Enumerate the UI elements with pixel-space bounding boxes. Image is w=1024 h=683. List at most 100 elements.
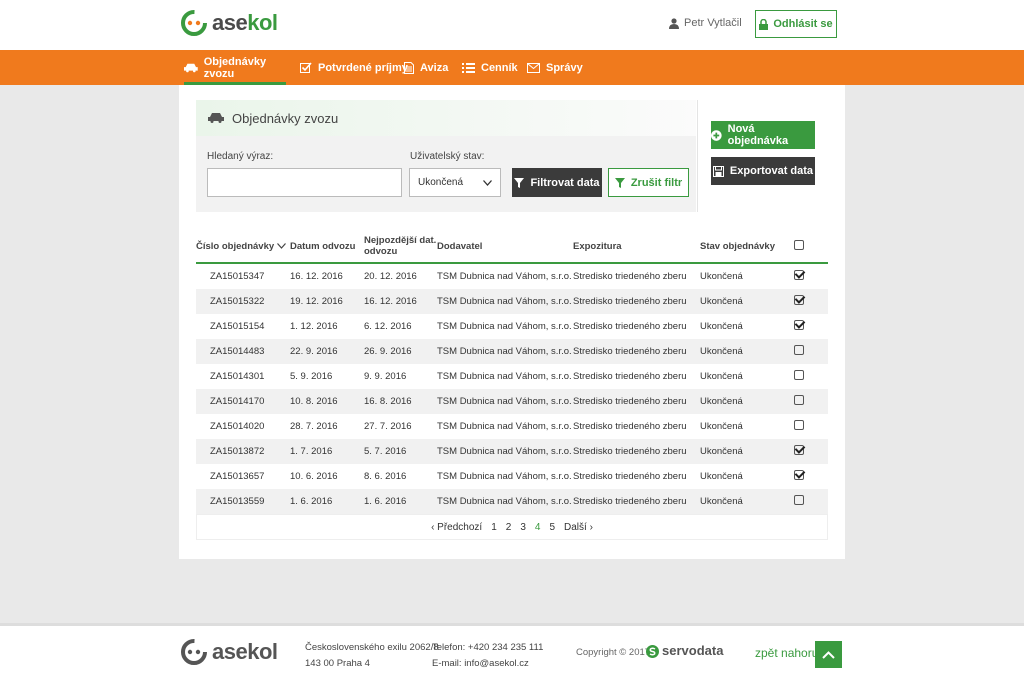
nav-item-pricelist[interactable]: Cenník (462, 50, 518, 85)
state-select[interactable]: Ukončená (409, 168, 501, 197)
table-row[interactable]: ZA15015322 19. 12. 2016 16. 12. 2016 TSM Du… (196, 289, 828, 314)
table-row[interactable]: ZA15014020 28. 7. 2016 27. 7. 2016 TSM Dubn… (196, 414, 828, 439)
cell-branch: Stredisko triedeného zberu (573, 439, 700, 464)
cell-order-number: ZA15015322 (196, 289, 290, 314)
cell-branch: Stredisko triedeného zberu (573, 339, 700, 364)
cell-branch: Stredisko triedeného zberu (573, 389, 700, 414)
logo-text-a: ase (212, 639, 248, 664)
nav-item-messages[interactable]: Správy (527, 50, 583, 85)
col-state[interactable]: Stav objednávky (700, 230, 794, 264)
table-row[interactable]: ZA15013872 1. 7. 2016 5. 7. 2016 TSM Dubnic… (196, 439, 828, 464)
servodata-logo[interactable]: servodata (646, 643, 723, 659)
nav-item-aviza[interactable]: Aviza (404, 50, 448, 85)
clear-filter-button[interactable]: Zrušit filtr (608, 168, 689, 197)
footer-logo-text: asekol (212, 639, 278, 665)
logo-mark-icon (181, 639, 207, 665)
row-checkbox[interactable] (794, 345, 804, 355)
cell-latest-date: 20. 12. 2016 (364, 271, 417, 282)
back-to-top-button[interactable] (815, 641, 842, 668)
col-date[interactable]: Datum odvozu (290, 230, 364, 264)
cell-date: 10. 6. 2016 (290, 471, 338, 482)
current-user[interactable]: Petr Vytlačil (669, 17, 742, 29)
row-checkbox[interactable] (794, 270, 804, 280)
logo-text-b: kol (247, 10, 278, 35)
logout-button[interactable]: Odhlásit se (755, 10, 837, 38)
cell-select (794, 414, 828, 439)
row-checkbox[interactable] (794, 445, 804, 455)
actions-box (697, 100, 830, 212)
nav-item-receipts[interactable]: Potvrdené príjmy (300, 50, 408, 85)
filter-data-button[interactable]: Filtrovat data (512, 168, 602, 197)
table-row[interactable]: ZA15015347 16. 12. 2016 20. 12. 2016 TSM Du… (196, 263, 828, 289)
cell-supplier: TSM Dubnica nad Váhom, s.r.o. (437, 421, 572, 432)
top-bar: asekol Petr Vytlačil Odhlásit se (0, 0, 1024, 50)
cell-select (794, 364, 828, 389)
cell-supplier: TSM Dubnica nad Váhom, s.r.o. (437, 489, 573, 514)
table-row[interactable]: ZA15014483 22. 9. 2016 26. 9. 2016 TSM Dubn… (196, 339, 828, 364)
cell-select (794, 389, 828, 414)
cell-branch: Stredisko triedeného zberu (573, 271, 687, 282)
cell-select (794, 314, 828, 339)
row-checkbox[interactable] (794, 320, 804, 330)
col-label: Číslo objednávky (196, 240, 275, 252)
pager-page-4[interactable]: 4 (535, 522, 541, 533)
table-row[interactable]: ZA15014301 5. 9. 2016 9. 9. 2016 TSM Dubnic… (196, 364, 828, 389)
search-input[interactable] (207, 168, 402, 197)
pager-page-1[interactable]: 1 (491, 522, 497, 533)
new-order-label: Nová objednávka (727, 123, 789, 147)
table-row[interactable]: ZA15013559 1. 6. 2016 1. 6. 2016 TSM Dubnic… (196, 489, 828, 514)
cell-date: 5. 9. 2016 (290, 371, 333, 382)
asekol-logo[interactable]: asekol (180, 9, 278, 37)
col-supplier[interactable]: Dodavatel (437, 230, 573, 264)
table-row[interactable]: ZA15015154 1. 12. 2016 6. 12. 2016 TSM Dubn… (196, 314, 828, 339)
col-order-number[interactable]: Číslo objednávky (196, 230, 290, 264)
row-checkbox[interactable] (794, 295, 804, 305)
nav-item-orders[interactable]: Objednávky zvozu (184, 50, 286, 85)
partner-name: servodata (662, 643, 724, 658)
export-data-button[interactable]: Exportovat data (711, 157, 815, 185)
plus-circle-icon (711, 129, 722, 141)
pager-page-2[interactable]: 2 (506, 522, 512, 533)
row-checkbox[interactable] (794, 495, 804, 505)
table-row[interactable]: ZA15014170 10. 8. 2016 16. 8. 2016 TSM Dubn… (196, 389, 828, 414)
cell-latest-date: 9. 9. 2016 (364, 371, 407, 382)
row-checkbox[interactable] (794, 470, 804, 480)
col-branch[interactable]: Expozitura (573, 230, 700, 264)
pager-next[interactable]: Další › (564, 522, 593, 533)
cell-order-number: ZA15013872 (196, 439, 290, 464)
new-order-button[interactable]: Nová objednávka (711, 121, 815, 149)
logo-mark-icon (181, 10, 207, 36)
select-all-checkbox[interactable] (794, 239, 804, 250)
nav-label: Cenník (481, 61, 518, 74)
cell-supplier: TSM Dubnica nad Váhom, s.r.o. (437, 371, 572, 382)
cell-state: Ukončená (700, 389, 794, 414)
row-checkbox[interactable] (794, 420, 804, 430)
pager-page-5[interactable]: 5 (549, 522, 555, 533)
cell-branch: Stredisko triedeného zberu (573, 371, 687, 382)
table-row[interactable]: ZA15013657 10. 6. 2016 8. 6. 2016 TSM Dubni… (196, 464, 828, 489)
truck-icon (184, 63, 198, 72)
pager-page-3[interactable]: 3 (520, 522, 526, 533)
row-checkbox[interactable] (794, 370, 804, 380)
footer-address: Československého exilu 2062/8 143 00 Pra… (305, 640, 439, 672)
cell-branch: Stredisko triedeného zberu (573, 471, 687, 482)
cell-select (794, 289, 828, 314)
row-checkbox[interactable] (794, 395, 804, 405)
chevron-down-icon (483, 179, 492, 186)
email-link[interactable]: E-mail: info@asekol.cz (432, 656, 543, 672)
filter-button-label: Filtrovat data (530, 176, 600, 189)
logo-text-b: kol (247, 639, 278, 664)
cell-order-number: ZA15013559 (196, 489, 290, 514)
cell-order-number: ZA15015347 (210, 271, 265, 282)
footer-logo[interactable]: asekol (180, 638, 278, 666)
nav-label: Objednávky zvozu (203, 55, 267, 80)
col-select-all[interactable] (794, 230, 828, 264)
cell-order-number: ZA15014020 (210, 421, 265, 432)
col-latest-date[interactable]: Nejpozdější dat. odvozu (364, 230, 437, 264)
logo-text-a: ase (212, 10, 248, 35)
sort-chevron-down-icon (276, 242, 286, 249)
state-label: Uživatelský stav: (410, 151, 485, 162)
pager-prev[interactable]: ‹ Předchozí (431, 522, 482, 533)
cell-select (794, 489, 828, 514)
back-to-top-link[interactable]: zpět nahoru (755, 645, 818, 661)
